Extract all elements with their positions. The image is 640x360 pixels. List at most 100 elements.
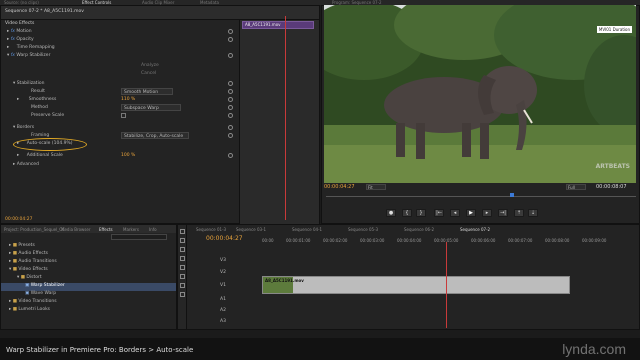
tree-item-wave-warp[interactable]: ▣ Wave Warp [1, 291, 176, 299]
tree-item-video-effects[interactable]: ▾ ■ Video Effects [1, 267, 176, 275]
stabilization-group[interactable]: ▾ Stabilization [13, 80, 44, 87]
tab-project[interactable]: Project: Production_Sequel_CC [4, 227, 65, 232]
additional-scale-value[interactable]: 100 % [121, 152, 135, 159]
effect-controls-timecode[interactable]: 00:00:04:27 [5, 216, 32, 223]
tab-sequence-01-3[interactable]: Sequence 01-3 [196, 227, 226, 232]
play-icon[interactable]: ▶ [466, 209, 476, 217]
tree-item-distort[interactable]: ▾ ■ Distort [1, 275, 176, 283]
timeline-playhead[interactable] [446, 242, 447, 328]
track-label-a2[interactable]: A2 [220, 308, 226, 313]
timeline-timecode[interactable]: 00:00:04:27 [206, 235, 243, 242]
result-dropdown[interactable]: Smooth Motion [121, 88, 173, 95]
reset-icon[interactable] [228, 133, 233, 138]
marker-icon[interactable]: ● [386, 209, 396, 217]
tab-sequence-07-2[interactable]: Sequence 07-2 [460, 227, 490, 232]
video-overlay-label: MVI01 Duration [596, 26, 632, 33]
ruler-tick: 00:00:04:00 [397, 238, 422, 243]
framing-dropdown[interactable]: Stabilize, Crop, Auto-scale [121, 132, 189, 139]
ripple-edit-tool-icon[interactable] [180, 247, 185, 252]
reset-icon[interactable] [228, 53, 233, 58]
tree-item-lumetri-looks[interactable]: ▸ ■ Lumetri Looks [1, 307, 176, 315]
extract-icon[interactable]: ⇣ [528, 209, 538, 217]
tab-markers[interactable]: Markers [123, 227, 139, 232]
ruler-tick: 00:00:02:00 [323, 238, 348, 243]
clip-chip[interactable]: A8_A5C1191.mov [242, 21, 314, 29]
pen-tool-icon[interactable] [180, 274, 185, 279]
track-label-v3[interactable]: V3 [220, 258, 226, 263]
track-label-a1[interactable]: A1 [220, 297, 226, 302]
borders-group[interactable]: ▾ Borders [13, 124, 34, 131]
go-to-out-icon[interactable]: →| [498, 209, 508, 217]
tree-item-presets[interactable]: ▸ ■ Presets [1, 243, 176, 251]
track-select-tool-icon[interactable] [180, 238, 185, 243]
effect-row-time-remapping[interactable]: ▸ Time Remapping [7, 44, 55, 51]
reset-icon[interactable] [228, 153, 233, 158]
ruler-tick: 00:00:07:00 [508, 238, 533, 243]
mark-out-icon[interactable]: } [416, 209, 426, 217]
fx-icon: fx [10, 53, 15, 58]
effects-search-input[interactable] [111, 234, 167, 240]
tree-item-audio-effects[interactable]: ▸ ■ Audio Effects [1, 251, 176, 259]
selection-tool-icon[interactable] [180, 229, 185, 234]
zoom-dropdown[interactable]: Fit [366, 184, 386, 190]
program-playhead[interactable] [510, 193, 514, 197]
effect-row-opacity[interactable]: ▸ fx Opacity [7, 36, 34, 43]
tab-info[interactable]: Info [149, 227, 157, 232]
playhead[interactable] [285, 16, 286, 220]
slip-tool-icon[interactable] [180, 265, 185, 270]
additional-scale-row[interactable]: ▸ Additional Scale [17, 152, 63, 159]
auto-scale-row[interactable]: ▸ Auto-scale (104.9%) [17, 140, 73, 147]
effect-controls-timeline[interactable]: A8_A5C1191.mov [239, 16, 319, 224]
program-scrubber[interactable] [326, 193, 636, 197]
timeline-clip[interactable]: A8_A5C1191.mov [262, 276, 570, 294]
mark-in-icon[interactable]: { [402, 209, 412, 217]
effect-row-warp-stabilizer[interactable]: ▾ fx Warp Stabilizer [7, 52, 50, 59]
reset-icon[interactable] [228, 125, 233, 130]
preserve-scale-checkbox[interactable] [121, 113, 126, 118]
quality-dropdown[interactable]: Full [566, 184, 586, 190]
reset-icon[interactable] [228, 105, 233, 110]
tab-effects[interactable]: Effects [99, 227, 113, 232]
reset-icon[interactable] [228, 29, 233, 34]
reset-icon[interactable] [228, 89, 233, 94]
caption-title: Warp Stabilizer in Premiere Pro: Borders… [6, 346, 194, 354]
reset-icon[interactable] [228, 97, 233, 102]
tree-item-warp-stabilizer[interactable]: ▣ Warp Stabilizer [1, 283, 176, 291]
reset-icon[interactable] [228, 37, 233, 42]
effect-controls-header: Sequence 07-2 * A8_A5C1191.mov [1, 6, 319, 20]
tab-sequence-06-2[interactable]: Sequence 06-2 [404, 227, 434, 232]
track-label-v1[interactable]: V1 [220, 283, 226, 288]
timeline-ruler[interactable]: 00:00 00:00:01:00 00:00:02:00 00:00:03:0… [262, 237, 632, 245]
effect-label: Time Remapping [16, 45, 55, 50]
track-label-v2[interactable]: V2 [220, 270, 226, 275]
tree-item-label: Lumetri Looks [18, 307, 51, 312]
step-forward-icon[interactable]: ▸ [482, 209, 492, 217]
tab-media-browser[interactable]: Media Browser [61, 227, 91, 232]
go-to-in-icon[interactable]: |← [434, 209, 444, 217]
step-back-icon[interactable]: ◂ [450, 209, 460, 217]
zoom-tool-icon[interactable] [180, 292, 185, 297]
preserve-scale-label: Preserve Scale [31, 113, 65, 118]
caption-bar: Warp Stabilizer in Premiere Pro: Borders… [0, 338, 640, 360]
reset-icon[interactable] [228, 113, 233, 118]
smoothness-value[interactable]: 110 % [121, 96, 135, 103]
hand-tool-icon[interactable] [180, 283, 185, 288]
razor-tool-icon[interactable] [180, 256, 185, 261]
tree-item-video-transitions[interactable]: ▸ ■ Video Transitions [1, 299, 176, 307]
tab-sequence-05-3[interactable]: Sequence 05-3 [348, 227, 378, 232]
smoothness-row[interactable]: ▸ Smoothness [17, 96, 56, 103]
advanced-group[interactable]: ▸ Advanced [13, 161, 39, 168]
ruler-tick: 00:00:06:00 [471, 238, 496, 243]
program-timecode[interactable]: 00:00:04:27 [324, 184, 355, 190]
tab-sequence-03-1[interactable]: Sequence 03-1 [236, 227, 266, 232]
tab-sequence-04-1[interactable]: Sequence 04-1 [292, 227, 322, 232]
cancel-button[interactable]: Cancel [141, 70, 156, 77]
effect-row-motion[interactable]: ▸ fx Motion [7, 28, 32, 35]
analyze-button[interactable]: Analyze [141, 62, 159, 69]
lift-icon[interactable]: ⇡ [514, 209, 524, 217]
tree-item-audio-transitions[interactable]: ▸ ■ Audio Transitions [1, 259, 176, 267]
method-dropdown[interactable]: Subspace Warp [121, 104, 181, 111]
reset-icon[interactable] [228, 81, 233, 86]
track-label-a3[interactable]: A3 [220, 319, 226, 324]
ruler-tick: 00:00:09:00 [582, 238, 607, 243]
